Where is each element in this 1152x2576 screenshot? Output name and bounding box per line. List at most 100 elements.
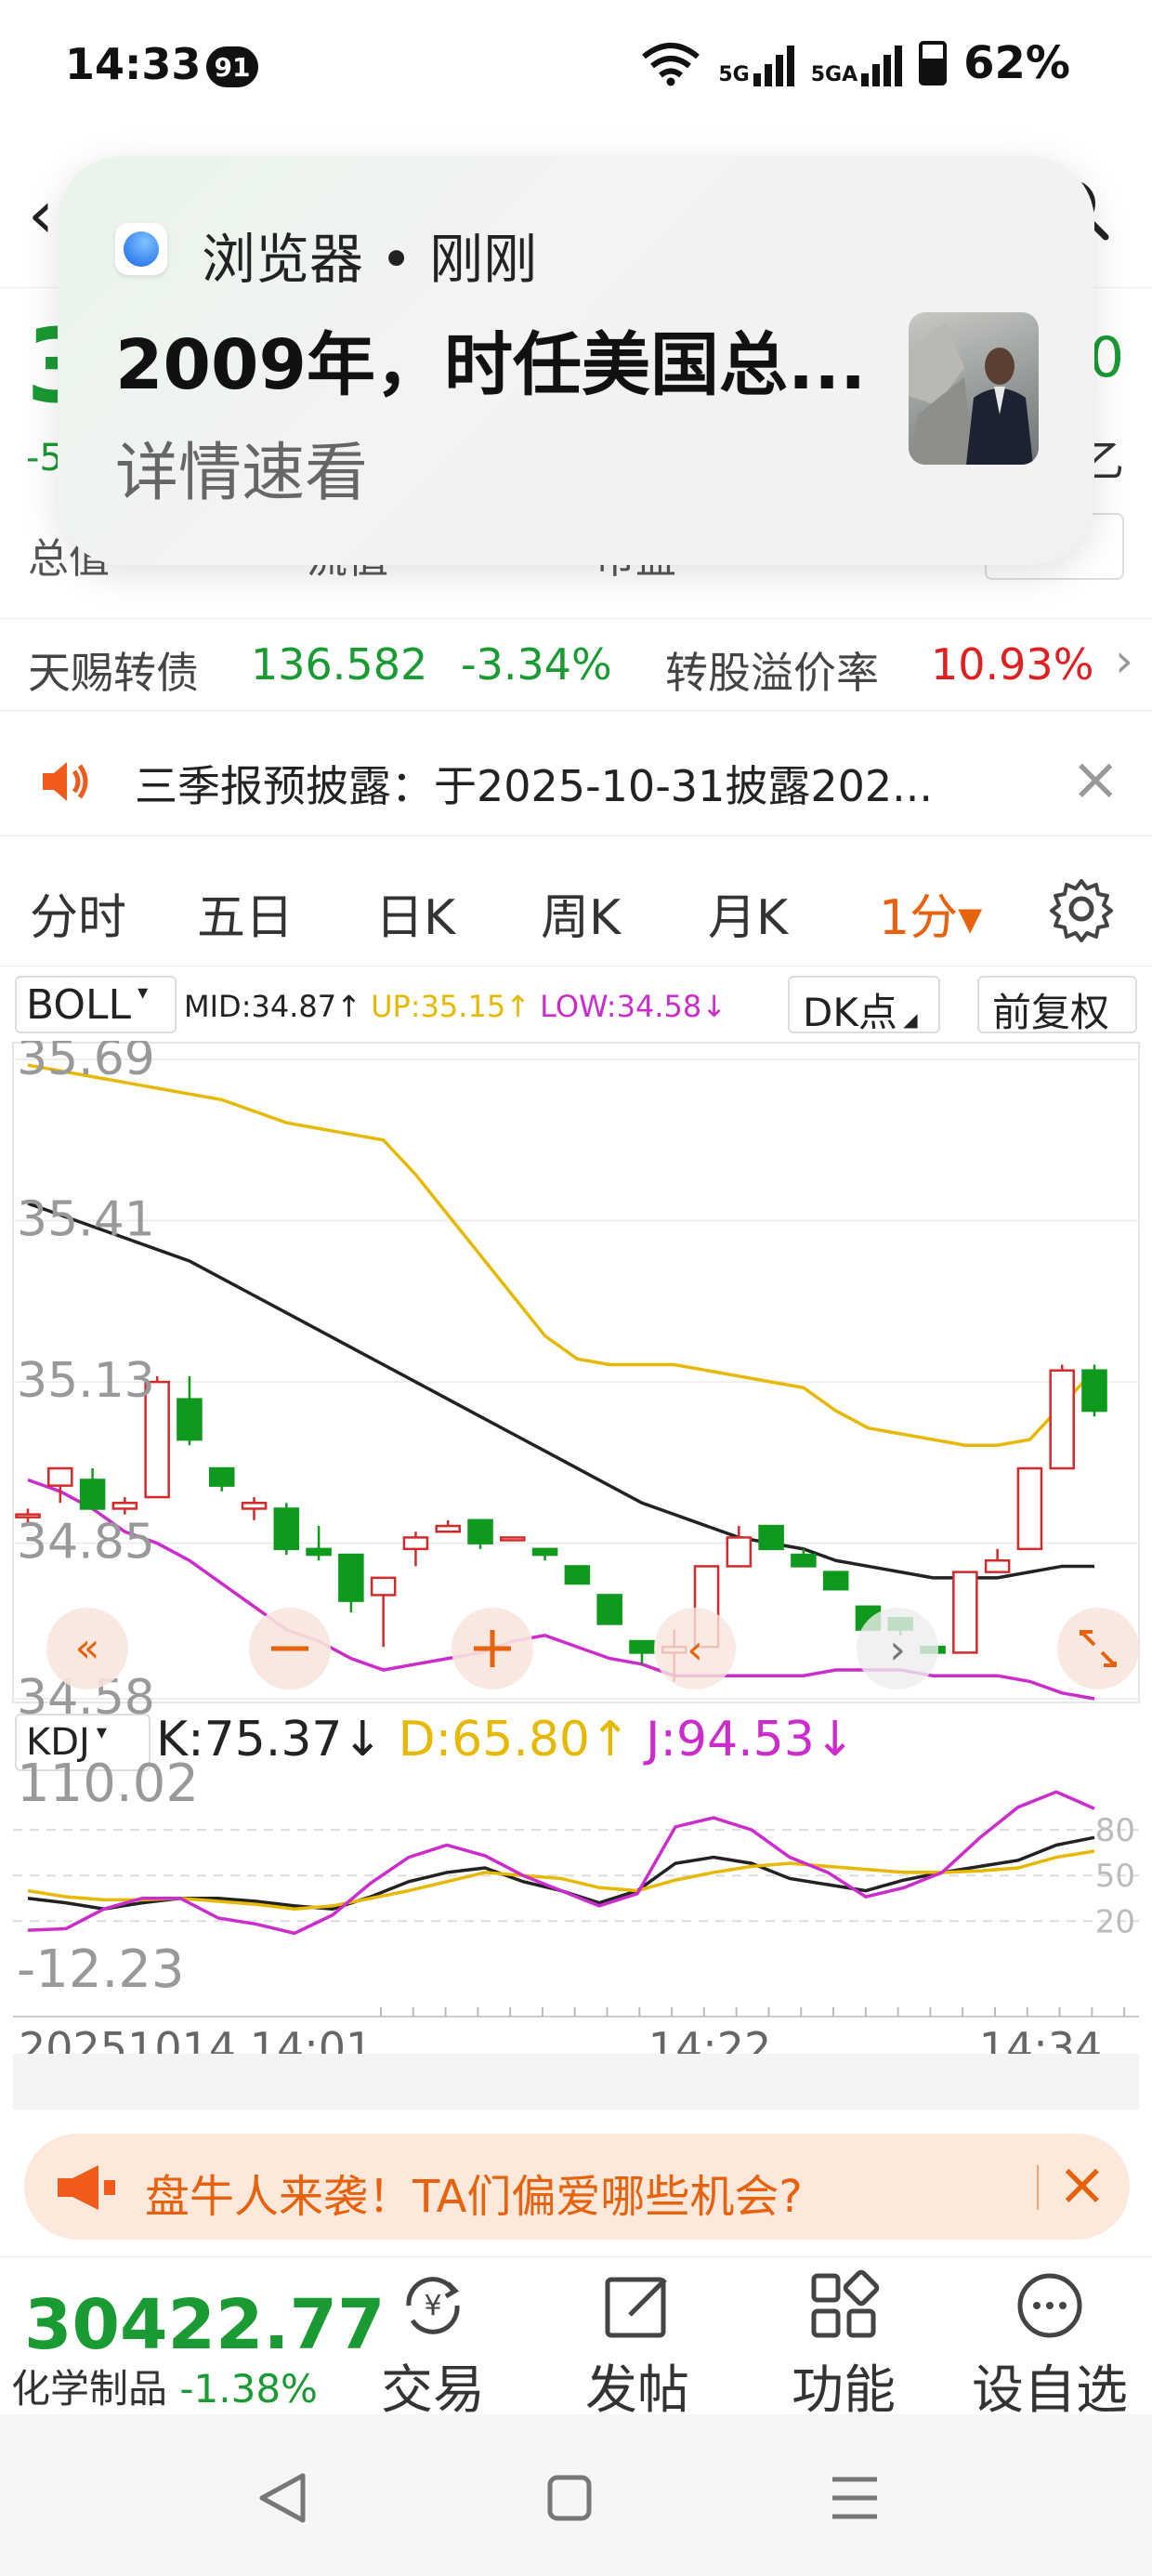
tab-weekly-k[interactable]: 周K xyxy=(541,878,621,948)
candle-body xyxy=(467,1518,493,1544)
candle-body xyxy=(79,1479,106,1510)
edit-icon xyxy=(605,2277,667,2338)
trade-label: 交易 xyxy=(381,2360,485,2421)
notification-time: 刚刚 xyxy=(429,228,538,291)
zoom-in-button[interactable] xyxy=(452,1608,533,1689)
gear-icon[interactable] xyxy=(1048,875,1115,942)
candle-body xyxy=(758,1524,784,1551)
kdj-right-tick-label: 20 xyxy=(1095,1903,1135,1940)
candle-body xyxy=(629,1639,655,1654)
close-icon[interactable]: × xyxy=(1070,745,1120,814)
trade-button[interactable]: ¥ 交易 xyxy=(349,2267,517,2421)
functions-button[interactable]: 功能 xyxy=(760,2267,927,2421)
candles xyxy=(15,1364,1107,1682)
candle-body xyxy=(241,1502,268,1510)
fast-backward-button[interactable]: « xyxy=(46,1608,128,1689)
axis-footer xyxy=(13,2054,1139,2109)
system-navigation-bar xyxy=(0,2414,1152,2576)
nav-back-icon[interactable] xyxy=(259,2473,306,2523)
dk-point-label: DK点 xyxy=(803,990,897,1035)
kdj-y-tick-label: 110.02 xyxy=(17,1754,199,1814)
bottom-action-bar: 30422.77 化学制品 -1.38% ¥ 交易 发帖 功能 设自选 xyxy=(0,2256,1152,2421)
dk-point-button[interactable]: DK点 ◢ xyxy=(788,976,940,1035)
kdj-y-axis: 110.02 -12.23 80 50 20 xyxy=(17,1754,1135,2000)
tab-intraday[interactable]: 分时 xyxy=(30,878,126,948)
bond-price: 136.582 xyxy=(251,639,428,690)
y-tick-label: 35.41 xyxy=(17,1192,155,1248)
promo-banner[interactable]: 盘牛人来袭！TA们偏爱哪些机会? × xyxy=(24,2134,1130,2240)
fullscreen-button[interactable] xyxy=(1057,1608,1139,1689)
chevron-right-icon: › xyxy=(1115,634,1133,688)
battery-icon xyxy=(919,41,948,85)
y-tick-label: 34.85 xyxy=(17,1515,155,1571)
kdj-right-tick-label: 50 xyxy=(1095,1858,1135,1895)
status-icons: 5G 5GA 62% xyxy=(640,37,1070,89)
premium-rate-value: 10.93% xyxy=(931,639,1094,690)
step-right-button[interactable]: › xyxy=(857,1608,938,1689)
candle-body xyxy=(500,1536,526,1542)
kdj-grid xyxy=(13,1829,1139,1923)
divider xyxy=(1037,2165,1039,2210)
notification-body: 详情速看 xyxy=(115,437,369,510)
boll-low: LOW:34.58↓ xyxy=(540,989,727,1024)
notification-source: 浏览器 • 刚刚 xyxy=(202,228,538,291)
candle-body xyxy=(273,1507,300,1551)
step-left-button[interactable]: ‹ xyxy=(654,1608,736,1689)
candle-body xyxy=(984,1558,1011,1573)
candle-body xyxy=(531,1547,558,1557)
kdj-y-tick-label: -12.23 xyxy=(17,1939,185,2000)
adjust-mode-button[interactable]: 前复权 xyxy=(977,976,1137,1035)
bond-name: 天赐转债 xyxy=(28,648,199,698)
convertible-bond-row[interactable]: 天赐转债 136.582 -3.34% 转股溢价率 10.93% › xyxy=(0,618,1152,711)
notification-thumbnail xyxy=(909,312,1039,465)
status-bar: 14:33 91 5G 5GA 62% xyxy=(0,0,1152,139)
svg-text:¥: ¥ xyxy=(424,2290,441,2322)
kdj-d-line xyxy=(27,1849,1095,1911)
bond-change: -3.34% xyxy=(461,639,612,690)
add-watchlist-label: 设自选 xyxy=(972,2360,1128,2421)
tab-five-day[interactable]: 五日 xyxy=(197,878,294,948)
add-watchlist-button[interactable]: 设自选 xyxy=(966,2267,1133,2421)
candle-body xyxy=(564,1565,591,1585)
indicator-select-boll[interactable]: BOLL ▾ xyxy=(15,976,177,1033)
post-button[interactable]: 发帖 xyxy=(554,2267,721,2421)
candle-body xyxy=(435,1524,462,1533)
speaker-icon xyxy=(43,762,88,801)
candle-body xyxy=(726,1536,753,1568)
tab-monthly-k[interactable]: 月K xyxy=(708,878,788,948)
candle-body xyxy=(791,1553,817,1568)
close-icon[interactable]: × xyxy=(1057,2150,1107,2219)
back-arrow-icon[interactable]: ‹ xyxy=(28,177,54,253)
nav-menu-icon[interactable] xyxy=(832,2477,877,2519)
cell-signal-2-icon: 5GA xyxy=(811,40,903,86)
sector-index[interactable]: 化学制品 -1.38% xyxy=(11,2358,318,2414)
kline-chart[interactable]: 35.6935.4135.1334.8534.58 « ‹ › 110.02-1… xyxy=(0,1041,1152,2109)
tab-1-minute[interactable]: 1分▾ xyxy=(879,878,982,948)
candle-body xyxy=(1016,1466,1043,1551)
tab-daily-k[interactable]: 日K xyxy=(375,878,455,948)
nav-home-icon[interactable] xyxy=(547,2475,592,2521)
status-time: 14:33 xyxy=(65,39,202,89)
announcement-bar[interactable]: 三季报预披露：于2025-10-31披露202... × xyxy=(0,725,1152,836)
candle-body xyxy=(1049,1369,1075,1470)
candle-body xyxy=(306,1547,332,1557)
wifi-icon xyxy=(642,43,700,86)
candle-body xyxy=(370,1576,397,1597)
more-dots-icon xyxy=(1017,2273,1082,2338)
candle-body xyxy=(338,1553,364,1602)
boll-up-line xyxy=(27,1063,1096,1448)
boll-mid-line xyxy=(27,1202,1094,1580)
y-tick-label: 35.69 xyxy=(17,1041,155,1086)
notification-count-badge: 91 xyxy=(206,46,258,87)
browser-app-icon xyxy=(115,223,167,275)
cell-signal-1-icon: 5G xyxy=(718,40,794,86)
svg-text:‹: ‹ xyxy=(687,1626,703,1674)
notification-title: 2009年，时任美国总... xyxy=(115,325,867,405)
sector-index-value[interactable]: 30422.77 xyxy=(24,2285,386,2365)
zoom-out-button[interactable] xyxy=(249,1608,331,1689)
candle-body xyxy=(402,1536,429,1551)
battery-percent: 62% xyxy=(963,37,1070,89)
functions-label: 功能 xyxy=(792,2360,896,2421)
candle-body xyxy=(177,1398,203,1441)
notification-popup[interactable]: 浏览器 • 刚刚 2009年，时任美国总... 详情速看 xyxy=(58,156,1094,565)
